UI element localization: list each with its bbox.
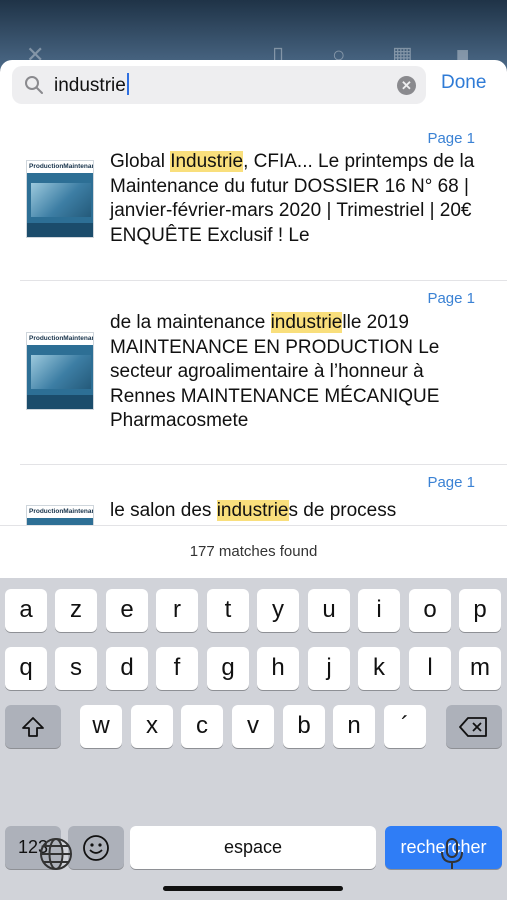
key-l[interactable]: l [409,647,451,690]
keyboard: a z e r t y u i o p q s d f g h j k l m … [0,578,507,900]
microphone-icon[interactable] [434,836,470,872]
result-snippet: de la maintenance industrielle 2019 MAIN… [110,311,480,434]
search-input[interactable]: industrie [54,73,129,97]
key-e[interactable]: e [106,589,148,632]
home-indicator [163,886,343,891]
key-acute[interactable]: ´ [384,705,426,748]
magazine-thumbnail: ProductionMaintenance [26,332,94,410]
shift-icon [22,716,44,737]
key-j[interactable]: j [308,647,350,690]
key-m[interactable]: m [459,647,501,690]
key-p[interactable]: p [459,589,501,632]
page-label: Page 1 [427,130,475,147]
clear-icon[interactable]: ✕ [397,76,416,95]
search-result-item[interactable]: Page 1 ProductionMaintenance le salon de… [0,465,507,525]
search-field[interactable]: industrie ✕ [12,66,426,104]
search-results-list: Page 1 ProductionMaintenance Global Indu… [0,120,507,525]
shift-key[interactable] [5,705,61,748]
key-i[interactable]: i [358,589,400,632]
key-r[interactable]: r [156,589,198,632]
key-z[interactable]: z [55,589,97,632]
snippet-prefix: le salon des [110,500,217,521]
key-h[interactable]: h [257,647,299,690]
thumbnail-masthead: ProductionMaintenance [27,333,93,345]
result-snippet: le salon des industries de process [110,499,480,524]
snippet-suffix: s de process [288,500,397,521]
key-a[interactable]: a [5,589,47,632]
delete-key[interactable] [446,705,502,748]
text-caret [126,73,129,95]
key-c[interactable]: c [181,705,223,748]
delete-icon [459,716,487,737]
thumbnail-band [27,395,93,409]
match-count: 177 matches found [0,525,507,578]
search-query-text: industrie [54,75,126,96]
search-icon [25,76,43,94]
emoji-key[interactable] [68,826,124,869]
snippet-highlight: Industrie [170,151,244,172]
key-v[interactable]: v [232,705,274,748]
thumbnail-image [31,183,91,217]
result-snippet: Global Industrie, CFIA... Le printemps d… [110,150,480,248]
thumbnail-masthead: ProductionMaintenance [27,506,93,518]
magazine-thumbnail: ProductionMaintenance [26,505,94,525]
page-label: Page 1 [427,474,475,491]
key-x[interactable]: x [131,705,173,748]
search-result-item[interactable]: Page 1 ProductionMaintenance de la maint… [0,281,507,465]
page-label: Page 1 [427,290,475,307]
key-b[interactable]: b [283,705,325,748]
key-f[interactable]: f [156,647,198,690]
search-sheet: industrie ✕ Done Page 1 ProductionMainte… [0,60,507,900]
snippet-prefix: Global [110,151,171,172]
key-q[interactable]: q [5,647,47,690]
snippet-highlight: industrie [216,500,289,521]
key-o[interactable]: o [409,589,451,632]
magazine-thumbnail: ProductionMaintenance [26,160,94,238]
thumbnail-image [31,355,91,389]
key-k[interactable]: k [358,647,400,690]
emoji-icon [83,834,109,861]
key-w[interactable]: w [80,705,122,748]
done-button[interactable]: Done [441,72,486,94]
key-u[interactable]: u [308,589,350,632]
key-n[interactable]: n [333,705,375,748]
thumbnail-masthead: ProductionMaintenance [27,161,93,173]
key-g[interactable]: g [207,647,249,690]
thumbnail-band [27,223,93,237]
search-bar: industrie ✕ Done [0,66,507,110]
space-key[interactable]: espace [130,826,376,869]
key-y[interactable]: y [257,589,299,632]
snippet-highlight: industrie [270,312,343,333]
search-result-item[interactable]: Page 1 ProductionMaintenance Global Indu… [0,120,507,281]
key-s[interactable]: s [55,647,97,690]
key-t[interactable]: t [207,589,249,632]
globe-icon[interactable] [38,836,74,872]
snippet-prefix: de la maintenance [110,312,271,333]
key-d[interactable]: d [106,647,148,690]
